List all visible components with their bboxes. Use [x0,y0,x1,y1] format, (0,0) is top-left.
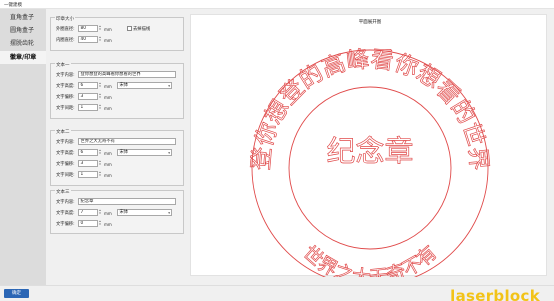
text1-offset-input[interactable]: 3 [78,93,98,100]
text2-content-label: 文字内容: [56,140,75,145]
text3-offset-label: 文字偏移: [56,222,75,227]
text2-height-unit: mm [104,150,112,156]
seal-size-group: 印章大小 外圈直径: 80 ▴ ▾ mm 去掉描线 内圈直径: 40 ▴ ▾ mm [50,17,184,51]
inner-diameter-label: 内圈直径: [56,38,75,43]
text3-font-select[interactable]: 宋体 ▾ [117,209,172,216]
preview-canvas: 平面展开图 登你想登的高峰看你想看的世界 世界之大无奇不有 纪念章 [190,14,547,290]
text2-offset-spinner[interactable]: ▴ ▾ [98,160,102,167]
text2-spacing-spinner[interactable]: ▴ ▾ [98,171,102,178]
sidebar-item-badge-seal[interactable]: 徽章/印章 [0,51,46,64]
window-title: 一键建模 [4,2,22,8]
text3-font-value: 宋体 [119,210,129,215]
text3-offset-input[interactable]: 0 [78,220,98,227]
inner-diameter-spinner[interactable]: ▴ ▾ [98,36,102,43]
text1-height-unit: mm [104,83,112,89]
remove-outline-checkbox[interactable] [127,26,132,31]
title-bar: 一键建模 [0,0,554,9]
text1-spacing-label: 文字间距: [56,106,75,111]
text1-group: 文本一 文字内容: 登你想登的高峰看你想看的世界 文字高度: 6 ▴ ▾ mm 宋… [50,63,184,119]
text1-content-input[interactable]: 登你想登的高峰看你想看的世界 [78,71,176,78]
text3-content-input[interactable]: 纪念章 [78,198,176,205]
text3-title: 文本三 [55,190,71,195]
text3-offset-spinner[interactable]: ▴ ▾ [98,220,102,227]
confirm-button[interactable]: 确定 [4,289,29,298]
laserblock-logo: laserblock [450,287,540,301]
text1-spacing-unit: mm [104,105,112,111]
text3-content-label: 文字内容: [56,200,75,205]
text2-height-spinner[interactable]: ▴ ▾ [98,149,102,156]
text2-height-label: 文字高度: [56,151,75,156]
text2-title: 文本二 [55,130,71,135]
chevron-down-icon: ▾ [168,150,170,155]
seal-preview-svg: 平面展开图 登你想登的高峰看你想看的世界 世界之大无奇不有 纪念章 [248,19,492,290]
text1-height-input[interactable]: 6 [78,82,98,89]
remove-outline-label: 去掉描线 [133,27,151,32]
text2-offset-input[interactable]: 3 [78,160,98,167]
text2-height-input[interactable]: 6 [78,149,98,156]
outer-diameter-input[interactable]: 80 [78,25,98,32]
text2-font-select[interactable]: 宋体 ▾ [117,149,172,156]
inner-diameter-unit: mm [104,37,112,43]
sidebar-item-right-angle-box[interactable]: 直角盒子 [0,11,46,24]
text1-font-value: 宋体 [119,83,129,88]
text3-height-label: 文字高度: [56,211,75,216]
outer-diameter-spinner[interactable]: ▴ ▾ [98,25,102,32]
seal-bottom-textpath: 世界之大无奇不有 [298,241,441,289]
text3-height-spinner[interactable]: ▴ ▾ [98,209,102,216]
text1-title: 文本一 [55,63,71,68]
text2-content-input[interactable]: 世界之大无奇不有 [78,138,176,145]
inner-diameter-input[interactable]: 40 [78,36,98,43]
chevron-down-icon: ▾ [168,210,170,215]
text1-offset-unit: mm [104,94,112,100]
text1-spacing-input[interactable]: 1 [78,104,98,111]
text1-offset-label: 文字偏移: [56,95,75,100]
outer-diameter-unit: mm [104,26,112,32]
seal-bottom-text: 世界之大无奇不有 [299,242,442,277]
text3-offset-unit: mm [104,221,112,227]
text3-height-unit: mm [104,210,112,216]
sidebar-item-rounded-box[interactable]: 圆角盒子 [0,24,46,37]
sidebar: 直角盒子 圆角盒子 摆脱齿轮 徽章/印章 [0,9,46,285]
text2-font-value: 宋体 [119,150,129,155]
bottom-bar: 确定 laserblock [0,285,554,301]
text1-offset-spinner[interactable]: ▴ ▾ [98,93,102,100]
text2-offset-unit: mm [104,161,112,167]
text1-spacing-spinner[interactable]: ▴ ▾ [98,104,102,111]
text3-group: 文本三 文字内容: 纪念章 文字高度: 7 ▴ ▾ mm 宋体 ▾ 文字偏移: 0 … [50,190,184,234]
seal-size-title: 印章大小 [55,17,75,22]
text3-height-input[interactable]: 7 [78,209,98,216]
text2-spacing-input[interactable]: 1 [78,171,98,178]
text1-font-select[interactable]: 宋体 ▾ [117,82,172,89]
text1-height-label: 文字高度: [56,84,75,89]
text2-group: 文本二 文字内容: 世界之大无奇不有 文字高度: 6 ▴ ▾ mm 宋体 ▾ 文字偏… [50,130,184,186]
text1-content-label: 文字内容: [56,73,75,78]
inner-ring [288,86,452,250]
text2-spacing-unit: mm [104,172,112,178]
preview-title: 平面展开图 [359,19,382,25]
text1-height-spinner[interactable]: ▴ ▾ [98,82,102,89]
outer-diameter-label: 外圈直径: [56,27,75,32]
seal-center-text: 纪念章 [326,134,413,168]
chevron-down-icon: ▾ [168,83,170,88]
text2-spacing-label: 文字间距: [56,173,75,178]
text2-offset-label: 文字偏移: [56,162,75,167]
sidebar-item-gear[interactable]: 摆脱齿轮 [0,37,46,50]
